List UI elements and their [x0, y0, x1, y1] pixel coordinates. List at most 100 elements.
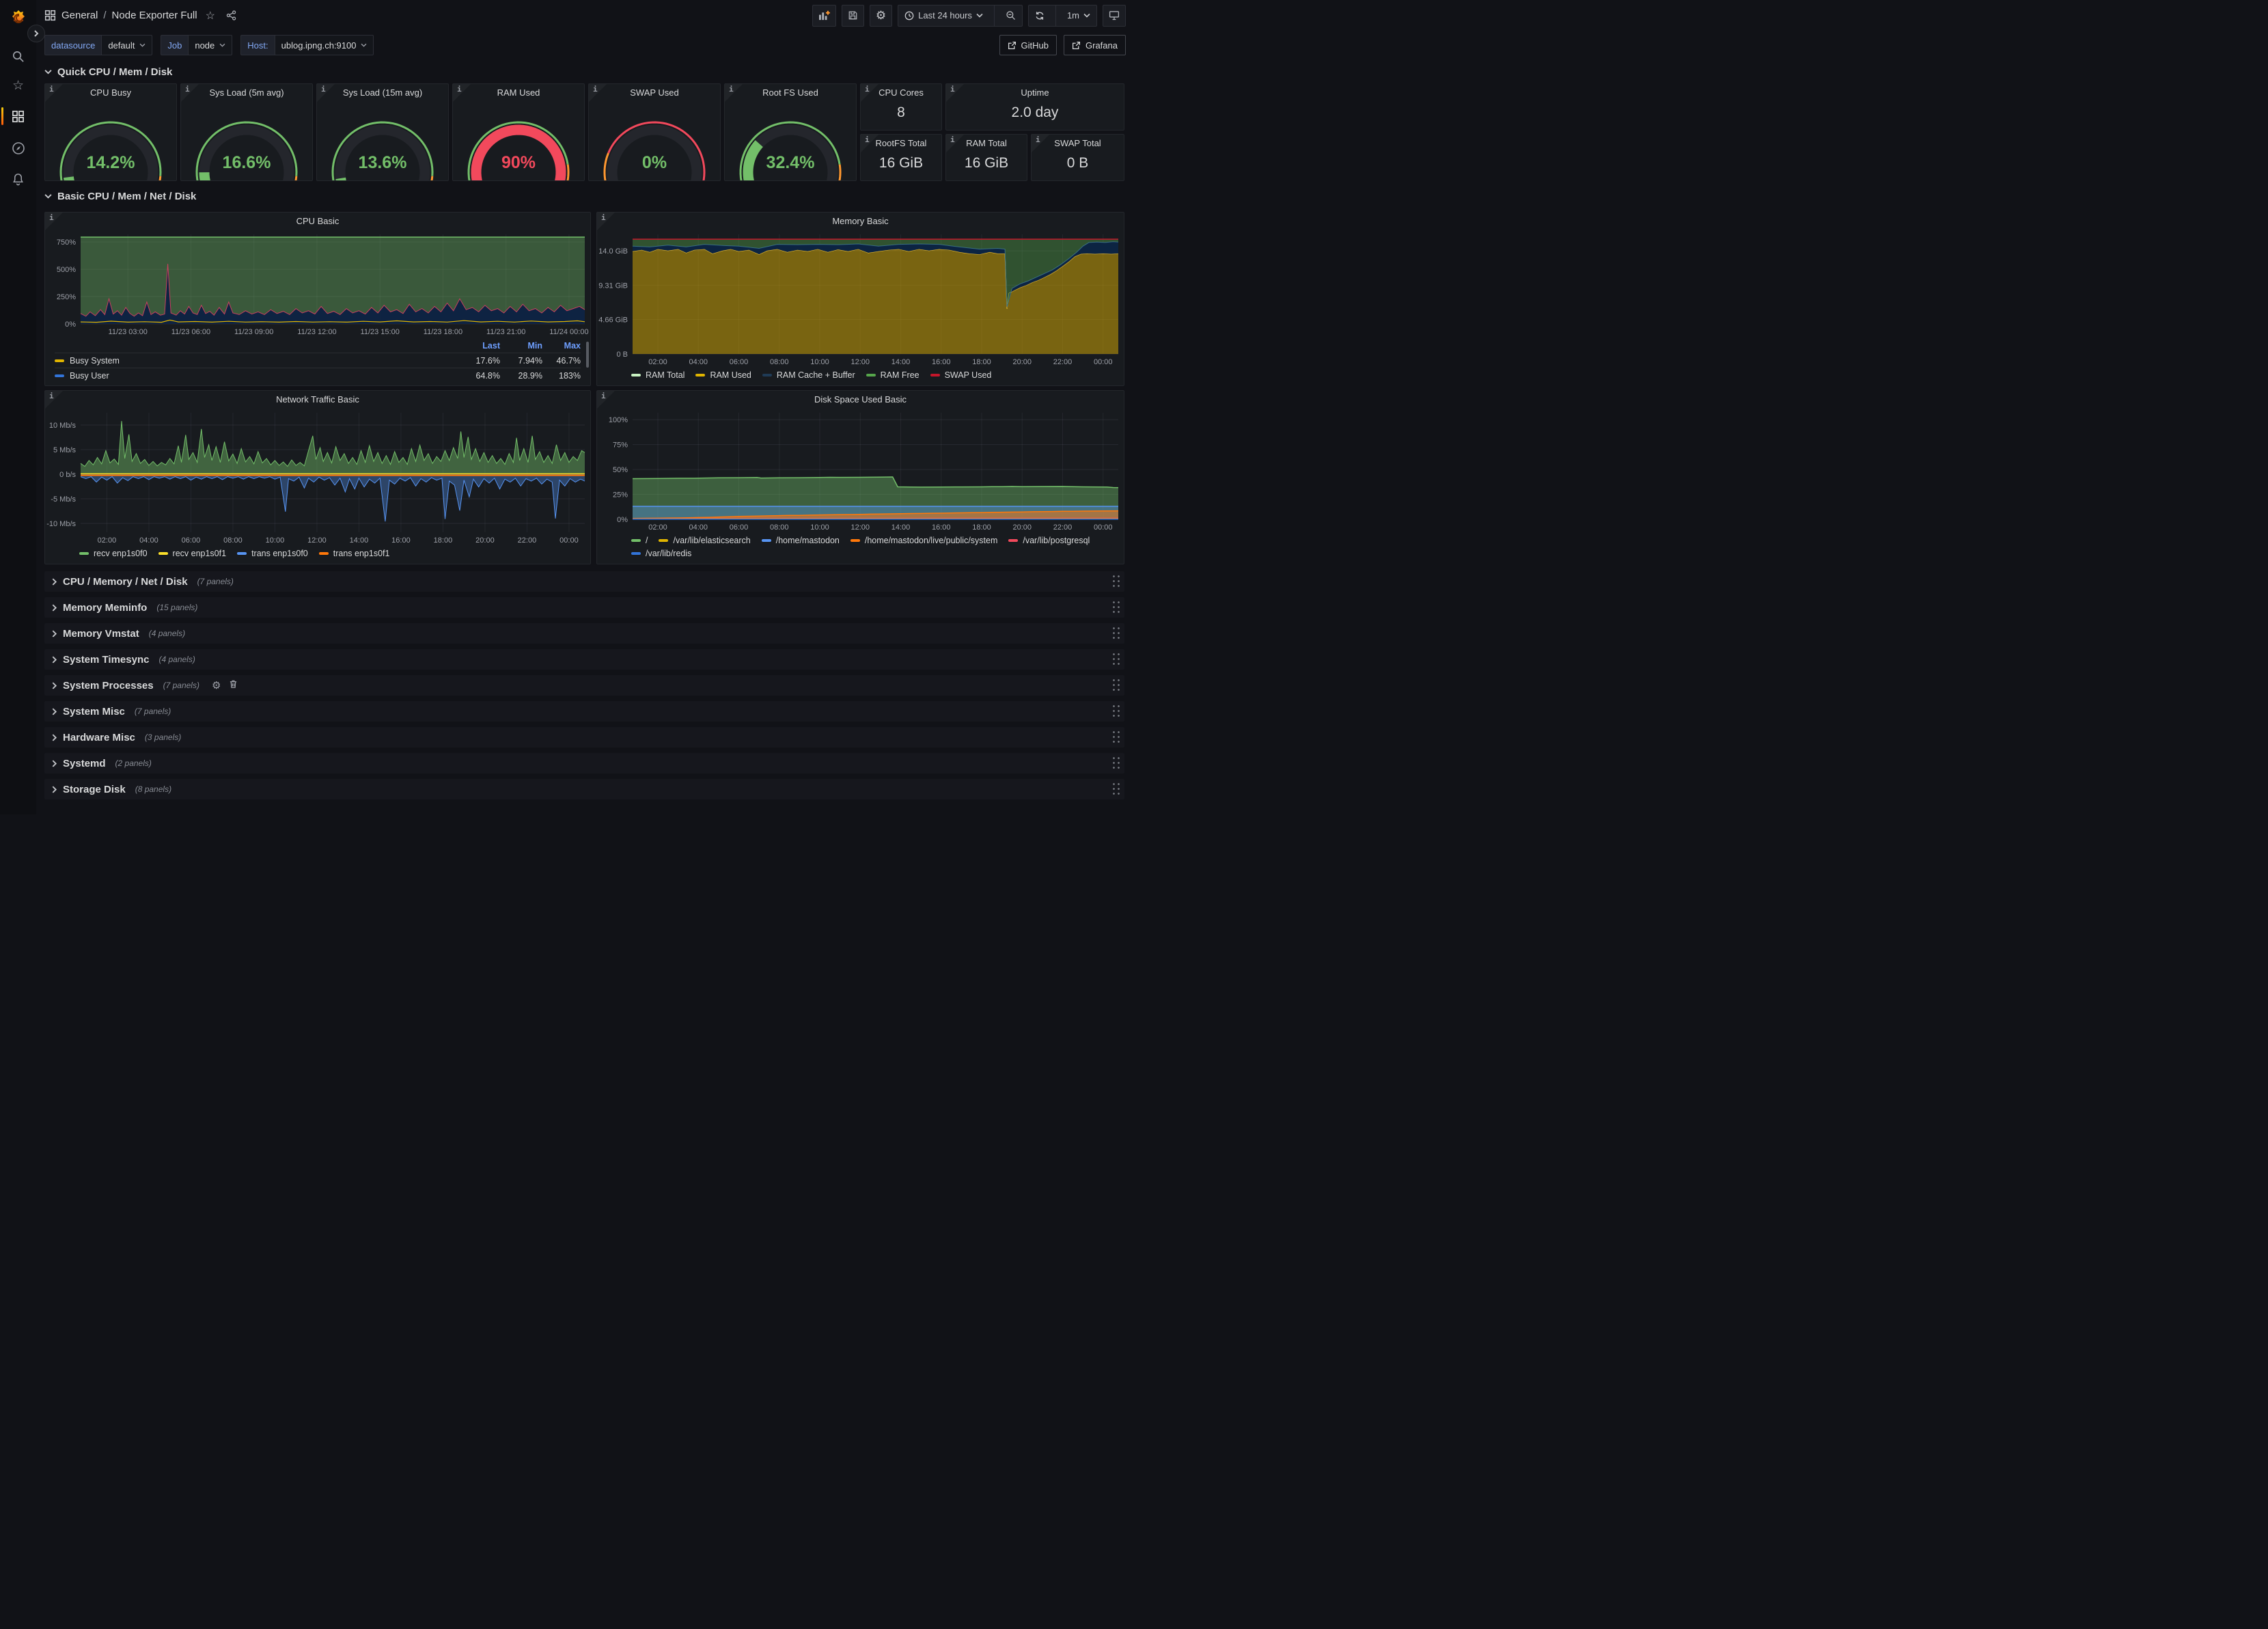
github-link-button[interactable]: GitHub: [999, 35, 1057, 55]
legend-item[interactable]: /home/mastodon: [762, 536, 840, 545]
sidebar-expand-button[interactable]: [27, 25, 45, 42]
row-drag-handle[interactable]: [1111, 703, 1120, 720]
panel-info-icon[interactable]: i: [593, 85, 598, 94]
chart-plot-area[interactable]: 0%250%500%750%11/23 03:0011/23 06:0011/2…: [45, 229, 590, 339]
row-drag-handle[interactable]: [1111, 755, 1120, 771]
cycle-view-mode-button[interactable]: [1103, 5, 1126, 27]
chart-plot-area[interactable]: 10 Mb/s5 Mb/s0 b/s-5 Mb/s-10 Mb/s02:0004…: [45, 407, 590, 547]
gauge[interactable]: 0%: [589, 100, 720, 180]
row-basic-cpu-mem-net-disk[interactable]: Basic CPU / Mem / Net / Disk: [44, 184, 1124, 208]
refresh-picker[interactable]: 1m: [1028, 5, 1097, 27]
save-dashboard-button[interactable]: [842, 5, 864, 27]
sidebar-item-starred[interactable]: ☆: [0, 72, 36, 99]
dashboard-row-system-misc[interactable]: System Misc(7 panels): [44, 701, 1124, 722]
row-quick-cpu-mem-disk[interactable]: Quick CPU / Mem / Disk: [44, 60, 1124, 83]
panel-title[interactable]: Sys Load (15m avg): [317, 84, 448, 100]
panel-title[interactable]: CPU Busy: [45, 84, 176, 100]
chart-plot-area[interactable]: 0 B4.66 GiB9.31 GiB14.0 GiB02:0004:0006:…: [597, 229, 1124, 369]
dashboard-row-storage-disk[interactable]: Storage Disk(8 panels): [44, 779, 1124, 799]
row-settings-icon[interactable]: ⚙: [212, 679, 221, 692]
legend-column-max[interactable]: Max: [542, 339, 581, 353]
legend-item[interactable]: /var/lib/elasticsearch: [659, 536, 750, 545]
legend-item[interactable]: recv enp1s0f1: [158, 549, 227, 558]
dashboard-row-systemd[interactable]: Systemd(2 panels): [44, 753, 1124, 774]
row-drag-handle[interactable]: [1111, 599, 1120, 616]
panel-info-icon[interactable]: i: [950, 135, 955, 144]
legend-item[interactable]: trans enp1s0f0: [237, 549, 308, 558]
panel-info-icon[interactable]: i: [601, 213, 606, 222]
panel-info-icon[interactable]: i: [865, 135, 870, 144]
legend-series-label[interactable]: Busy System: [55, 353, 455, 368]
legend-item[interactable]: RAM Used: [695, 370, 751, 380]
legend-item[interactable]: /: [631, 536, 648, 545]
legend-column-min[interactable]: Min: [500, 339, 542, 353]
legend-item[interactable]: RAM Cache + Buffer: [762, 370, 855, 380]
breadcrumb-section[interactable]: General: [61, 10, 98, 21]
panel-info-icon[interactable]: i: [321, 85, 326, 94]
sidebar-item-alerting[interactable]: [0, 165, 36, 193]
panel-title[interactable]: RAM Used: [453, 84, 584, 100]
dashboard-row-system-processes[interactable]: System Processes(7 panels)⚙: [44, 675, 1124, 696]
time-range-segment[interactable]: Last 24 hours: [898, 5, 989, 26]
legend-item[interactable]: /home/mastodon/live/public/system: [850, 536, 998, 545]
panel-info-icon[interactable]: i: [49, 392, 54, 400]
legend-series-label[interactable]: Busy User: [55, 368, 455, 383]
panel-title[interactable]: Root FS Used: [725, 84, 856, 100]
panel-title[interactable]: SWAP Used: [589, 84, 720, 100]
gauge[interactable]: 13.6%: [317, 100, 448, 180]
legend-item[interactable]: RAM Total: [631, 370, 684, 380]
refresh-interval-dropdown[interactable]: 1m: [1061, 5, 1096, 26]
gauge[interactable]: 32.4%: [725, 100, 856, 180]
sidebar-item-search[interactable]: [0, 42, 36, 70]
panel-title[interactable]: Network Traffic Basic: [45, 391, 590, 407]
share-dashboard-button[interactable]: [223, 8, 239, 23]
panel-title[interactable]: Memory Basic: [597, 213, 1124, 229]
panel-info-icon[interactable]: i: [457, 85, 462, 94]
add-panel-button[interactable]: [812, 5, 836, 27]
gauge[interactable]: 16.6%: [181, 100, 312, 180]
dashboard-row-memory-meminfo[interactable]: Memory Meminfo(15 panels): [44, 597, 1124, 618]
panel-info-icon[interactable]: i: [49, 85, 54, 94]
variable-value-dropdown[interactable]: default: [101, 35, 152, 55]
legend-item[interactable]: recv enp1s0f0: [79, 549, 148, 558]
row-drag-handle[interactable]: [1111, 651, 1120, 668]
star-dashboard-button[interactable]: ☆: [203, 6, 218, 25]
chart-plot-area[interactable]: 0%25%50%75%100%02:0004:0006:0008:0010:00…: [597, 407, 1124, 534]
legend-item[interactable]: RAM Free: [866, 370, 919, 380]
legend-item[interactable]: trans enp1s0f1: [319, 549, 390, 558]
dashboard-row-system-timesync[interactable]: System Timesync(4 panels): [44, 649, 1124, 670]
panel-info-icon[interactable]: i: [601, 392, 606, 400]
row-delete-icon[interactable]: [229, 679, 238, 692]
panel-title[interactable]: Sys Load (5m avg): [181, 84, 312, 100]
row-drag-handle[interactable]: [1111, 625, 1120, 642]
panel-info-icon[interactable]: i: [729, 85, 734, 94]
sidebar-item-explore[interactable]: [0, 135, 36, 162]
panel-title[interactable]: Uptime: [946, 84, 1124, 100]
panel-info-icon[interactable]: i: [185, 85, 190, 94]
gauge[interactable]: 90%: [453, 100, 584, 180]
row-drag-handle[interactable]: [1111, 781, 1120, 797]
dashboard-settings-button[interactable]: ⚙: [870, 5, 892, 27]
legend-item[interactable]: /var/lib/redis: [631, 549, 691, 558]
dashboard-row-memory-vmstat[interactable]: Memory Vmstat(4 panels): [44, 623, 1124, 644]
panel-title[interactable]: CPU Basic: [45, 213, 590, 229]
legend-scrollbar-thumb[interactable]: [586, 342, 589, 368]
variable-value-dropdown[interactable]: node: [188, 35, 232, 55]
legend-item[interactable]: /var/lib/postgresql: [1008, 536, 1090, 545]
row-drag-handle[interactable]: [1111, 677, 1120, 694]
row-drag-handle[interactable]: [1111, 573, 1120, 590]
dashboard-title[interactable]: Node Exporter Full: [112, 10, 197, 21]
panel-info-icon[interactable]: i: [865, 85, 870, 94]
row-drag-handle[interactable]: [1111, 729, 1120, 745]
time-range-picker[interactable]: Last 24 hours: [898, 5, 1023, 27]
refresh-button[interactable]: [1029, 5, 1051, 26]
dashboard-row-hardware-misc[interactable]: Hardware Misc(3 panels): [44, 727, 1124, 748]
gauge[interactable]: 14.2%: [45, 100, 176, 180]
grafana-link-button[interactable]: Grafana: [1064, 35, 1126, 55]
dashboard-row-cpu-memory-net-disk[interactable]: CPU / Memory / Net / Disk(7 panels): [44, 571, 1124, 592]
sidebar-item-dashboards[interactable]: [0, 102, 36, 130]
legend-item[interactable]: SWAP Used: [930, 370, 992, 380]
variable-value-dropdown[interactable]: ublog.ipng.ch:9100: [275, 35, 374, 55]
legend-column-last[interactable]: Last: [455, 339, 500, 353]
zoom-out-time-button[interactable]: [999, 5, 1022, 26]
